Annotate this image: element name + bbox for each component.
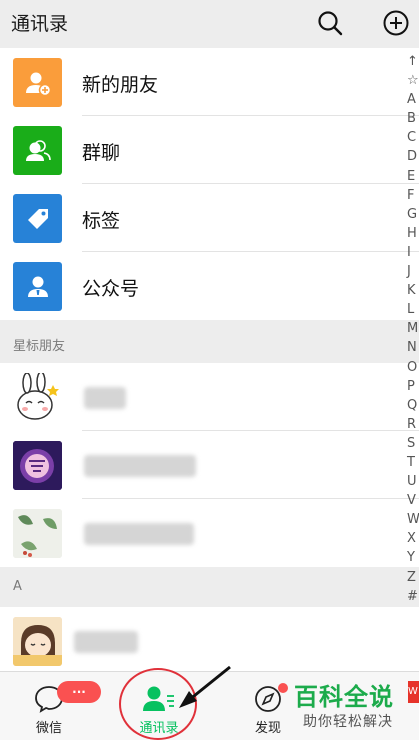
section-title: 星标朋友 <box>13 339 66 354</box>
unread-badge: ··· <box>57 681 101 703</box>
official-accounts-label: 公众号 <box>82 278 140 300</box>
avatar <box>13 509 62 558</box>
index-letter[interactable]: B <box>407 109 419 128</box>
index-letter[interactable]: I <box>407 243 419 262</box>
index-letter[interactable]: H <box>407 224 419 243</box>
group-icon <box>13 126 62 175</box>
avatar <box>13 373 62 422</box>
avatar <box>13 441 62 490</box>
index-letter[interactable]: # <box>407 587 419 606</box>
index-letter[interactable]: V <box>407 491 419 510</box>
index-letter[interactable]: T <box>407 453 419 472</box>
alphabet-index[interactable]: ↑ ☆ A B C D E F G H I J K L M N O P Q R S T U V W X Y Z # <box>407 52 419 606</box>
tags-label: 标签 <box>82 210 121 232</box>
contact-row[interactable] <box>0 363 419 431</box>
contact-row[interactable] <box>0 499 419 567</box>
index-letter[interactable]: Q <box>407 396 419 415</box>
blurred-name <box>84 387 126 409</box>
notification-dot <box>278 683 288 693</box>
section-header-starred: 星标朋友 <box>0 323 419 363</box>
watermark-logo: 百科全说 助你轻松解决 W <box>292 677 419 737</box>
blurred-name <box>84 455 196 477</box>
index-letter[interactable]: M <box>407 319 419 338</box>
blurred-name <box>84 523 194 545</box>
index-letter[interactable]: Z <box>407 568 419 587</box>
group-chats-item[interactable]: 群聊 <box>0 116 419 184</box>
index-letter[interactable]: D <box>407 147 419 166</box>
index-letter[interactable]: C <box>407 128 419 147</box>
index-letter[interactable]: K <box>407 281 419 300</box>
index-letter[interactable]: N <box>407 338 419 357</box>
tab-chats[interactable]: ··· 微信 <box>9 672 101 740</box>
index-letter[interactable]: L <box>407 300 419 319</box>
new-friends-label: 新的朋友 <box>82 74 159 96</box>
watermark-tag: W <box>408 681 419 703</box>
index-letter[interactable]: ☆ <box>407 71 419 90</box>
tab-label: 微信 <box>35 721 62 736</box>
blurred-name <box>74 631 138 653</box>
pointer-arrow <box>179 665 231 708</box>
index-letter[interactable]: ↑ <box>407 52 419 71</box>
section-header-a: A <box>0 567 419 607</box>
contact-row[interactable] <box>0 431 419 499</box>
avatar <box>13 617 62 666</box>
tag-icon <box>13 194 62 243</box>
section-title: A <box>13 579 22 594</box>
add-friend-icon <box>13 58 62 107</box>
new-friends-item[interactable]: 新的朋友 <box>0 48 419 116</box>
index-letter[interactable]: Y <box>407 548 419 567</box>
official-accounts-item[interactable]: 公众号 <box>0 252 419 320</box>
index-letter[interactable]: R <box>407 415 419 434</box>
group-chats-label: 群聊 <box>82 142 121 164</box>
index-letter[interactable]: F <box>407 186 419 205</box>
index-letter[interactable]: G <box>407 205 419 224</box>
index-letter[interactable]: W <box>407 510 419 529</box>
tags-item[interactable]: 标签 <box>0 184 419 252</box>
plus-circle-icon[interactable] <box>381 8 411 38</box>
top-bar: 通讯录 <box>0 0 419 48</box>
index-letter[interactable]: E <box>407 167 419 186</box>
index-letter[interactable]: P <box>407 377 419 396</box>
watermark-subtitle: 助你轻松解决 <box>303 714 393 730</box>
page-title: 通讯录 <box>11 13 69 35</box>
feature-list: 新的朋友 群聊 标签 公众号 <box>0 48 419 320</box>
index-letter[interactable]: O <box>407 358 419 377</box>
official-account-icon <box>13 262 62 311</box>
index-letter[interactable]: U <box>407 472 419 491</box>
search-icon[interactable] <box>315 8 345 38</box>
index-letter[interactable]: S <box>407 434 419 453</box>
watermark-title: 百科全说 <box>294 683 394 711</box>
index-letter[interactable]: J <box>407 262 419 281</box>
index-letter[interactable]: X <box>407 529 419 548</box>
index-letter[interactable]: A <box>407 90 419 109</box>
